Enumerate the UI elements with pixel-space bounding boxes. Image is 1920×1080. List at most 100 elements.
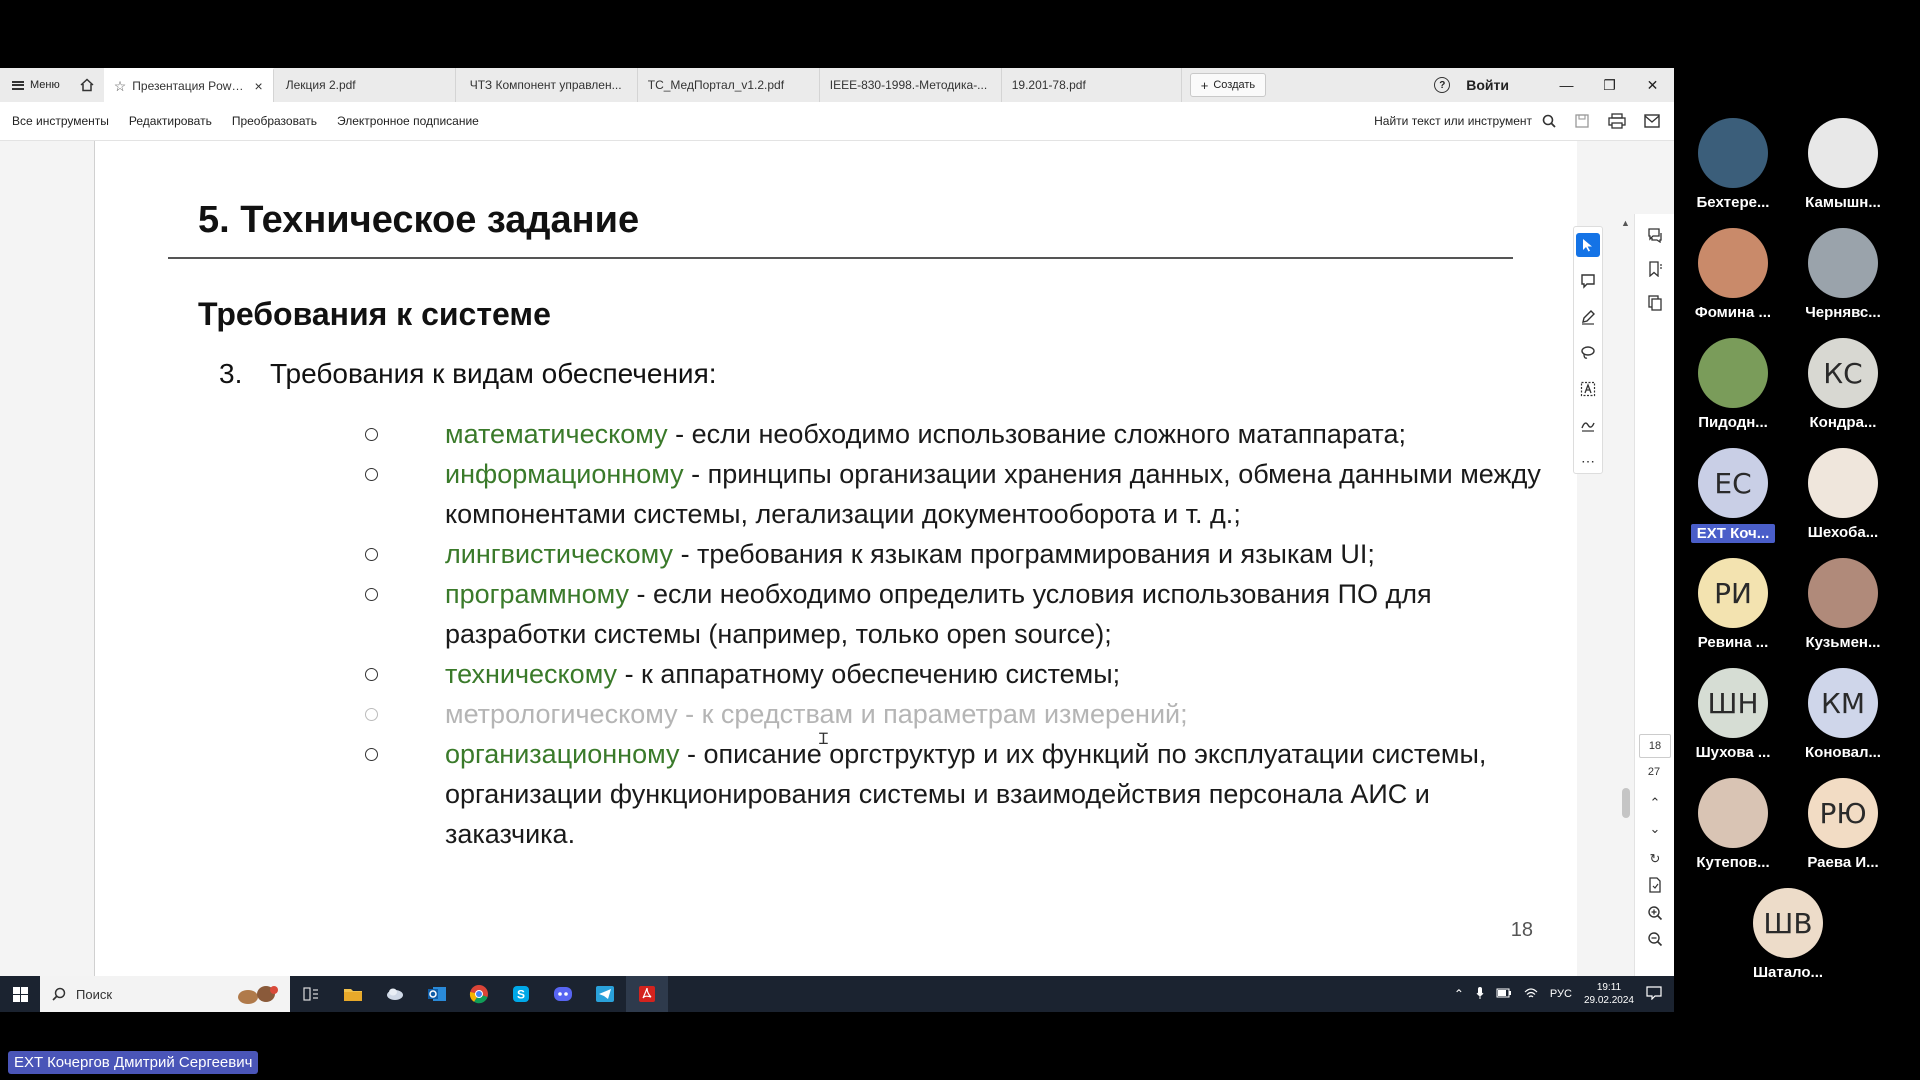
participant-tile[interactable]: РИ Ревина ... bbox=[1678, 558, 1788, 651]
search-highlight-doodle-icon bbox=[238, 986, 278, 1004]
create-label: Создать bbox=[1213, 79, 1256, 91]
bullet-circle-icon bbox=[365, 748, 378, 761]
file-explorer-app[interactable] bbox=[332, 976, 374, 1012]
convert-menu[interactable]: Преобразовать bbox=[232, 114, 317, 128]
comment-tool-button[interactable] bbox=[1576, 269, 1600, 293]
tab-presentation[interactable]: ☆ Презентация Power... × bbox=[103, 68, 274, 102]
wifi-icon[interactable] bbox=[1524, 987, 1538, 1002]
avatar bbox=[1698, 778, 1768, 848]
previous-page-icon[interactable]: ⌃ bbox=[1646, 794, 1664, 812]
pen-icon bbox=[1582, 310, 1595, 325]
help-icon[interactable]: ? bbox=[1434, 77, 1451, 93]
list-item-term: информационному bbox=[445, 459, 684, 489]
pdf-page: 5. Техническое задание Требования к сист… bbox=[94, 141, 1577, 976]
system-tray: ⌃ РУС 19:11 29.02.2024 bbox=[1454, 976, 1674, 1012]
signin-button[interactable]: Войти bbox=[1466, 77, 1509, 93]
draw-tool-button[interactable] bbox=[1576, 305, 1600, 329]
save-icon[interactable] bbox=[1574, 113, 1590, 129]
tab-gost[interactable]: 19.201-78.pdf bbox=[1002, 68, 1182, 102]
start-button[interactable] bbox=[0, 976, 40, 1012]
participant-tile[interactable]: ШВ Шатало... bbox=[1733, 888, 1843, 981]
zoom-in-icon[interactable] bbox=[1646, 904, 1664, 922]
app-button[interactable] bbox=[374, 976, 416, 1012]
tab-label: Презентация Power... bbox=[132, 79, 245, 93]
participant-tile[interactable]: ШН Шухова ... bbox=[1678, 668, 1788, 761]
microphone-icon[interactable] bbox=[1476, 986, 1484, 1003]
participant-tile[interactable]: Чернявс... bbox=[1788, 228, 1898, 321]
participant-tile[interactable]: Пидодн... bbox=[1678, 338, 1788, 431]
participant-tile[interactable]: ЕС EXT Коч... bbox=[1678, 448, 1788, 543]
skype-app[interactable]: S bbox=[500, 976, 542, 1012]
tab-ieee[interactable]: IEEE-830-1998.-Методика-... bbox=[820, 68, 1002, 102]
telegram-app[interactable] bbox=[584, 976, 626, 1012]
avatar: КМ bbox=[1808, 668, 1878, 738]
chrome-app[interactable] bbox=[458, 976, 500, 1012]
chevron-up-icon[interactable]: ⌃ bbox=[1454, 987, 1464, 1001]
bookmarks-icon[interactable] bbox=[1646, 260, 1664, 278]
outlook-app[interactable] bbox=[416, 976, 458, 1012]
participant-tile[interactable]: Фомина ... bbox=[1678, 228, 1788, 321]
participant-tile[interactable]: Кутепов... bbox=[1678, 778, 1788, 871]
language-indicator[interactable]: РУС bbox=[1550, 988, 1572, 1000]
title-divider bbox=[168, 257, 1513, 259]
scrollbar-thumb[interactable] bbox=[1622, 788, 1630, 818]
avatar bbox=[1808, 448, 1878, 518]
page-extract-icon[interactable] bbox=[1646, 876, 1664, 894]
hamburger-icon bbox=[12, 80, 24, 90]
home-button[interactable] bbox=[70, 68, 104, 102]
rotate-icon[interactable]: ↻ bbox=[1646, 850, 1664, 868]
discord-app[interactable] bbox=[542, 976, 584, 1012]
list-item-term: метрологическому bbox=[445, 699, 678, 729]
close-window-icon[interactable]: ✕ bbox=[1631, 68, 1674, 102]
avatar: КС bbox=[1808, 338, 1878, 408]
lasso-tool-button[interactable] bbox=[1576, 341, 1600, 365]
find-tool-button[interactable]: Найти текст или инструмент bbox=[1374, 114, 1556, 128]
sign-tool-button[interactable] bbox=[1576, 413, 1600, 437]
notifications-icon[interactable] bbox=[1646, 985, 1662, 1003]
more-tools-button[interactable]: ⋯ bbox=[1576, 449, 1600, 473]
windows-taskbar: Поиск S ⌃ РУС 19:11 29.02.2024 bbox=[0, 976, 1674, 1012]
edit-menu[interactable]: Редактировать bbox=[129, 114, 212, 128]
restore-icon[interactable]: ❐ bbox=[1588, 68, 1631, 102]
participant-tile[interactable]: Шехоба... bbox=[1788, 448, 1898, 541]
acrobat-app[interactable] bbox=[626, 976, 668, 1012]
current-page-input[interactable]: 18 bbox=[1639, 734, 1671, 758]
minimize-icon[interactable]: — bbox=[1545, 68, 1588, 102]
all-tools-menu[interactable]: Все инструменты bbox=[12, 114, 109, 128]
text-tool-button[interactable] bbox=[1576, 377, 1600, 401]
tab-chtz[interactable]: ЧТЗ Компонент управлен... bbox=[456, 68, 638, 102]
participant-tile[interactable]: Камышн... bbox=[1788, 118, 1898, 211]
comments-panel-icon[interactable] bbox=[1646, 226, 1664, 244]
star-icon[interactable]: ☆ bbox=[114, 78, 127, 95]
close-tab-icon[interactable]: × bbox=[255, 78, 263, 94]
tab-lecture[interactable]: Лекция 2.pdf bbox=[274, 68, 456, 102]
email-icon[interactable] bbox=[1644, 114, 1660, 128]
list-item: математическому - если необходимо исполь… bbox=[295, 414, 1555, 454]
task-view-button[interactable] bbox=[290, 976, 332, 1012]
avatar bbox=[1808, 118, 1878, 188]
participant-tile[interactable]: КМ Коновал... bbox=[1788, 668, 1898, 761]
zoom-out-icon[interactable] bbox=[1646, 930, 1664, 948]
next-page-icon[interactable]: ⌄ bbox=[1646, 820, 1664, 838]
vertical-scrollbar[interactable]: ▲ ▼ bbox=[1620, 218, 1632, 1012]
document-viewport[interactable]: 5. Техническое задание Требования к сист… bbox=[0, 141, 1674, 1012]
page-thumbnails-icon[interactable] bbox=[1646, 294, 1664, 312]
list-item-term: математическому bbox=[445, 419, 668, 449]
create-button[interactable]: + Создать bbox=[1189, 73, 1267, 97]
participant-name: Коновал... bbox=[1805, 744, 1881, 761]
participant-tile[interactable]: РЮ Раева И... bbox=[1788, 778, 1898, 871]
participant-tile[interactable]: КС Кондра... bbox=[1788, 338, 1898, 431]
clock[interactable]: 19:11 29.02.2024 bbox=[1584, 981, 1634, 1007]
participant-name: Фомина ... bbox=[1694, 304, 1772, 321]
participant-tile[interactable]: Кузьмен... bbox=[1788, 558, 1898, 651]
taskbar-search[interactable]: Поиск bbox=[40, 976, 290, 1012]
select-tool-button[interactable] bbox=[1576, 233, 1600, 257]
scroll-up-icon[interactable]: ▲ bbox=[1621, 218, 1630, 228]
participant-tile[interactable]: Бехтере... bbox=[1678, 118, 1788, 211]
print-icon[interactable] bbox=[1608, 113, 1626, 129]
e-sign-menu[interactable]: Электронное подписание bbox=[337, 114, 479, 128]
tab-medportal[interactable]: ТС_МедПортал_v1.2.pdf bbox=[638, 68, 820, 102]
battery-icon[interactable] bbox=[1496, 988, 1512, 1001]
list-item-term: программному bbox=[445, 579, 629, 609]
menu-button[interactable]: Меню bbox=[0, 68, 70, 102]
